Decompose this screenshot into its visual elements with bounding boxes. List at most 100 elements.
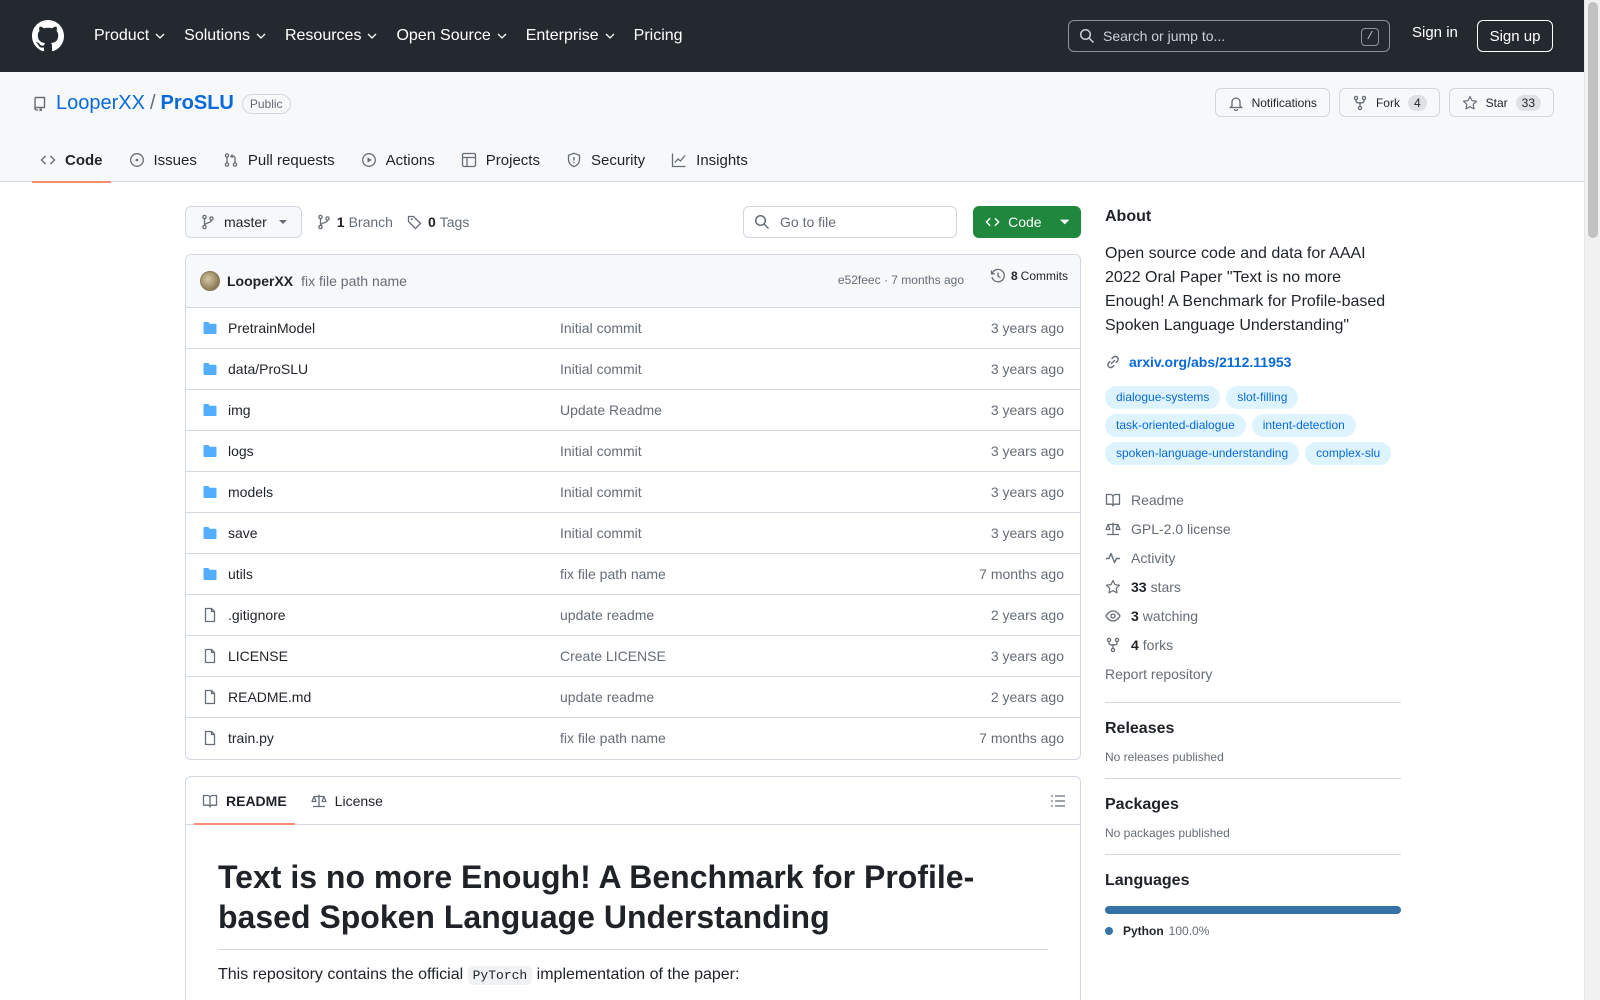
file-name-link[interactable]: logs: [228, 443, 254, 459]
topic-tag[interactable]: dialogue-systems: [1105, 386, 1221, 409]
file-name-link[interactable]: PretrainModel: [228, 320, 315, 336]
packages-heading[interactable]: Packages: [1105, 796, 1401, 814]
file-commit-message-link[interactable]: Update Readme: [560, 402, 662, 418]
table-row[interactable]: utils fix file path name 7 months ago: [186, 554, 1080, 595]
file-commit-message-link[interactable]: fix file path name: [560, 566, 666, 582]
topic-tag[interactable]: intent-detection: [1251, 414, 1356, 437]
sign-in-link[interactable]: Sign in: [1412, 24, 1458, 41]
folder-icon: [203, 445, 217, 457]
list-icon[interactable]: [1050, 793, 1066, 809]
table-row[interactable]: .gitignore update readme 2 years ago: [186, 595, 1080, 636]
topic-tag[interactable]: complex-slu: [1305, 442, 1392, 465]
nav-solutions[interactable]: Solutions: [176, 20, 275, 52]
branches-link[interactable]: 1 Branch: [316, 214, 393, 230]
forks-link[interactable]: 4 forks: [1105, 630, 1401, 659]
watching-label: watching: [1142, 607, 1199, 624]
repo-owner-link[interactable]: LooperXX: [56, 92, 145, 115]
license-link[interactable]: GPL-2.0 license: [1105, 514, 1401, 543]
releases-heading[interactable]: Releases: [1105, 720, 1401, 738]
table-row[interactable]: PretrainModel Initial commit 3 years ago: [186, 308, 1080, 349]
github-logo-icon[interactable]: [32, 20, 64, 52]
nav-open-source[interactable]: Open Source: [388, 20, 515, 52]
commit-author-link[interactable]: LooperXX: [227, 273, 293, 289]
file-name-link[interactable]: img: [228, 402, 251, 418]
branch-select-button[interactable]: master: [185, 206, 302, 238]
intro-text: implementation of the paper:: [532, 966, 740, 983]
repo-separator: /: [149, 92, 156, 114]
tab-license[interactable]: License: [303, 777, 391, 824]
tab-projects[interactable]: Projects: [453, 138, 548, 182]
file-name-link[interactable]: LICENSE: [228, 648, 288, 664]
star-icon: [1462, 95, 1477, 109]
activity-link[interactable]: Activity: [1105, 543, 1401, 572]
file-commit-message-link[interactable]: Initial commit: [560, 361, 642, 377]
table-row[interactable]: img Update Readme 3 years ago: [186, 390, 1080, 431]
avatar[interactable]: [200, 271, 220, 291]
watchers-link[interactable]: 3 watching: [1105, 601, 1401, 630]
table-row[interactable]: LICENSE Create LICENSE 3 years ago: [186, 636, 1080, 677]
code-button-label: Code: [1008, 214, 1042, 230]
file-commit-date: 3 years ago: [990, 484, 1064, 500]
language-item[interactable]: Python 100.0%: [1105, 924, 1401, 938]
tab-security[interactable]: Security: [558, 138, 653, 182]
table-row[interactable]: README.md update readme 2 years ago: [186, 677, 1080, 718]
file-commit-message-link[interactable]: update readme: [560, 607, 654, 623]
repo-title: LooperXX / ProSLU Public: [32, 92, 291, 115]
tab-pull-requests[interactable]: Pull requests: [215, 138, 343, 182]
file-name-link[interactable]: README.md: [228, 689, 311, 705]
nav-product[interactable]: Product: [86, 20, 174, 52]
file-commit-message-link[interactable]: Create LICENSE: [560, 648, 666, 664]
fork-button[interactable]: Fork 4: [1338, 88, 1440, 117]
readme-link[interactable]: Readme: [1105, 485, 1401, 514]
file-commit-message-link[interactable]: Initial commit: [560, 484, 642, 500]
page-scrollbar[interactable]: [1584, 0, 1600, 1000]
tab-readme[interactable]: README: [194, 777, 295, 825]
folder-icon: [203, 404, 217, 416]
file-commit-date: 3 years ago: [990, 320, 1064, 336]
file-commit-message-link[interactable]: fix file path name: [560, 730, 666, 746]
report-repository-link[interactable]: Report repository: [1105, 659, 1401, 688]
scrollbar-thumb[interactable]: [1588, 2, 1598, 238]
tags-link[interactable]: 0 Tags: [407, 214, 469, 230]
stars-link[interactable]: 33 stars: [1105, 572, 1401, 601]
tab-insights[interactable]: Insights: [663, 138, 756, 182]
table-row[interactable]: data/ProSLU Initial commit 3 years ago: [186, 349, 1080, 390]
commit-message-link[interactable]: fix file path name: [301, 273, 407, 289]
file-commit-message-link[interactable]: update readme: [560, 689, 654, 705]
table-row[interactable]: models Initial commit 3 years ago: [186, 472, 1080, 513]
readme-tabs: README License: [186, 777, 1080, 825]
file-name-link[interactable]: train.py: [228, 730, 274, 746]
file-name-link[interactable]: data/ProSLU: [228, 361, 308, 377]
file-name-link[interactable]: save: [228, 525, 258, 541]
homepage-link-text: arxiv.org/abs/2112.11953: [1129, 354, 1292, 370]
tab-actions[interactable]: Actions: [353, 138, 443, 182]
go-to-file-input[interactable]: Go to file: [743, 206, 957, 238]
table-row[interactable]: save Initial commit 3 years ago: [186, 513, 1080, 554]
file-commit-message-link[interactable]: Initial commit: [560, 320, 642, 336]
file-commit-message-link[interactable]: Initial commit: [560, 443, 642, 459]
star-button[interactable]: Star 33: [1448, 88, 1554, 117]
sign-up-button[interactable]: Sign up: [1477, 20, 1553, 52]
file-commit-message-link[interactable]: Initial commit: [560, 525, 642, 541]
nav-enterprise[interactable]: Enterprise: [518, 20, 624, 52]
global-search-input[interactable]: Search or jump to... /: [1068, 20, 1390, 52]
nav-resources[interactable]: Resources: [277, 20, 386, 52]
nav-pricing[interactable]: Pricing: [626, 20, 691, 52]
topic-tag[interactable]: spoken-language-understanding: [1105, 442, 1300, 465]
topic-tag[interactable]: slot-filling: [1226, 386, 1299, 409]
code-dropdown-button[interactable]: Code: [973, 206, 1081, 238]
tab-code[interactable]: Code: [32, 138, 111, 183]
file-name-link[interactable]: models: [228, 484, 273, 500]
table-row[interactable]: logs Initial commit 3 years ago: [186, 431, 1080, 472]
tab-issues[interactable]: Issues: [121, 138, 205, 182]
commit-meta[interactable]: e52feec · 7 months ago: [838, 273, 964, 287]
commits-link[interactable]: 8 Commits: [990, 268, 1068, 284]
homepage-link[interactable]: arxiv.org/abs/2112.11953: [1105, 354, 1401, 370]
notifications-button[interactable]: Notifications: [1214, 88, 1330, 117]
file-name-link[interactable]: .gitignore: [228, 607, 286, 623]
history-icon: [990, 268, 1005, 283]
file-name-link[interactable]: utils: [228, 566, 253, 582]
topic-tag[interactable]: task-oriented-dialogue: [1105, 414, 1246, 437]
table-row[interactable]: train.py fix file path name 7 months ago: [186, 718, 1080, 759]
repo-name-link[interactable]: ProSLU: [161, 92, 234, 115]
